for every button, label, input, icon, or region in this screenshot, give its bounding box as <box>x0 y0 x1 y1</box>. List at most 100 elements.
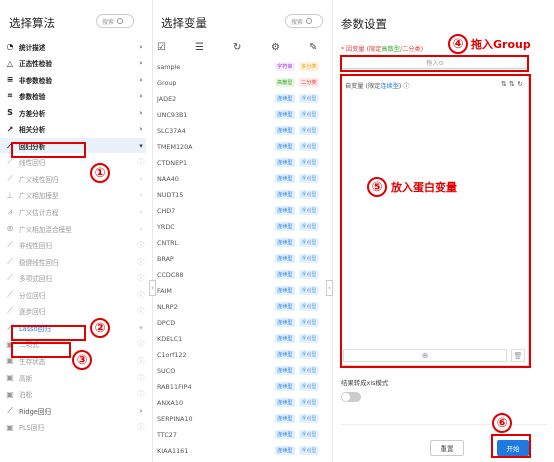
poisson-icon: ▣ <box>6 389 14 399</box>
algorithm-item-label: 相关分析 <box>19 126 46 135</box>
reset-button[interactable]: 重置 <box>430 440 464 456</box>
variable-row[interactable]: SUCO 连续型 浮点型 <box>153 363 331 379</box>
filter-icon[interactable]: ☰ <box>195 42 204 53</box>
algorithm-item[interactable]: ⟋ 稳健线性回归 ⓘ <box>0 254 146 269</box>
variable-row[interactable]: KDELC1 连续型 浮点型 <box>153 331 331 347</box>
variable-subtype-badge: 浮点型 <box>299 350 319 360</box>
variable-row[interactable]: TTC27 连续型 浮点型 <box>153 427 331 443</box>
variable-row[interactable]: DPCD 连续型 浮点型 <box>153 315 331 331</box>
algorithm-panel-title: 选择算法 <box>9 16 55 30</box>
variable-row[interactable]: NAA40 连续型 浮点型 <box>153 171 331 187</box>
collapse-variable-panel-button[interactable]: ‹ <box>326 280 333 296</box>
variable-subtype-badge: 浮点型 <box>299 222 319 232</box>
algorithm-item[interactable]: ⟋ 多项式回归 ⓘ <box>0 271 146 286</box>
variable-type-badge: 连续型 <box>275 382 295 392</box>
edit-icon[interactable]: ✎ <box>309 42 317 53</box>
variable-name: DPCD <box>157 318 176 327</box>
excel-mode-toggle[interactable] <box>341 392 361 402</box>
algorithm-item[interactable]: ⟋ Ridge回归 › <box>0 403 146 418</box>
variable-row[interactable]: FAIM 连续型 浮点型 <box>153 283 331 299</box>
chevron-right-icon: › <box>139 42 143 51</box>
variable-subtype-badge: 浮点型 <box>299 270 319 280</box>
settings-icon[interactable]: ⚙ <box>271 42 280 53</box>
select-all-icon[interactable]: ☑ <box>157 42 166 53</box>
algorithm-item-label: 广义线性回归 <box>19 175 59 184</box>
variable-row[interactable]: BRAP 连续型 浮点型 <box>153 251 331 267</box>
algorithm-panel: 选择算法 搜索 ◔ 统计描述 › △ 正态性检验 › ≡ 非参数检验 › ⌗ 参数检验 › S 方差分析 ›… <box>0 0 153 462</box>
variable-row[interactable]: CNTRL 连续型 浮点型 <box>153 235 331 251</box>
algorithm-item[interactable]: ⟋ 分位回归 ⓘ <box>0 287 146 302</box>
algorithm-item[interactable]: ▣ 高斯 ⓘ <box>0 370 146 385</box>
variable-row[interactable]: SERPINA10 连续型 浮点型 <box>153 411 331 427</box>
algorithm-item[interactable]: ⟋ 逐步回归 ⓘ <box>0 304 146 319</box>
algorithm-item[interactable]: ≡ 非参数检验 › <box>0 72 146 87</box>
algorithm-item[interactable]: ↗ 相关分析 › <box>0 122 146 137</box>
algorithm-item[interactable]: △ 正态性检验 › <box>0 56 146 71</box>
variable-name: JADE2 <box>157 94 177 103</box>
algorithm-item[interactable]: ⟋ 广义线性回归 › <box>0 171 146 186</box>
info-icon: ⓘ <box>137 158 145 167</box>
variable-type-badge: 连续型 <box>275 126 295 136</box>
chevron-right-icon: › <box>139 59 143 68</box>
variable-row[interactable]: RAB11FIP4 连续型 浮点型 <box>153 379 331 395</box>
variable-row[interactable]: UNC93B1 连续型 浮点型 <box>153 107 331 123</box>
algorithm-item[interactable]: ⟋ 非线性回归 ⓘ <box>0 238 146 253</box>
variable-name: CTDNEP1 <box>157 158 188 167</box>
variable-subtype-badge: 浮点型 <box>299 254 319 264</box>
variable-type-badge: 连续型 <box>275 414 295 424</box>
algorithm-item[interactable]: ⊚ 广义相加混合模型 › <box>0 221 146 236</box>
variable-name: YRDC <box>157 222 175 231</box>
variable-name: ANXA10 <box>157 398 184 407</box>
algorithm-search-input[interactable]: 搜索 <box>96 14 134 28</box>
algorithm-item-label: 泊松 <box>19 391 33 400</box>
variable-subtype-badge: 浮点型 <box>299 318 319 328</box>
lines-icon: ≡ <box>6 75 14 85</box>
variable-row[interactable]: C1orf122 连续型 浮点型 <box>153 347 331 363</box>
variable-row[interactable]: KIAA1161 连续型 浮点型 <box>153 443 331 459</box>
variable-row[interactable]: NUDT15 连续型 浮点型 <box>153 187 331 203</box>
info-icon: ⓘ <box>137 356 145 365</box>
variable-row[interactable]: NLRP2 连续型 浮点型 <box>153 299 331 315</box>
variable-row[interactable]: sample 字符串 多分类 <box>153 59 331 75</box>
annotation-box-dependent <box>340 55 529 72</box>
variable-row[interactable]: CCDC88 连续型 浮点型 <box>153 267 331 283</box>
variable-type-badge: 连续型 <box>275 446 295 456</box>
annotation-box-binary <box>11 342 71 358</box>
variable-row[interactable]: JADE2 连续型 浮点型 <box>153 91 331 107</box>
algorithm-item[interactable]: ⩘ 广义估计方程 › <box>0 205 146 220</box>
variable-type-badge: 连续型 <box>275 286 295 296</box>
collapse-algorithm-panel-button[interactable]: ‹ <box>149 280 156 296</box>
algorithm-item[interactable]: ◔ 统计描述 › <box>0 39 146 54</box>
variable-row[interactable]: ANXA10 连续型 浮点型 <box>153 395 331 411</box>
variable-type-badge: 连续型 <box>275 270 295 280</box>
variable-row[interactable]: YRDC 连续型 浮点型 <box>153 219 331 235</box>
variable-name: NLRP2 <box>157 302 178 311</box>
variance-icon: S <box>7 108 13 118</box>
info-icon: ⓘ <box>137 290 145 299</box>
variable-row[interactable]: CHD7 连续型 浮点型 <box>153 203 331 219</box>
annotation-box-independent <box>340 74 531 368</box>
variable-row[interactable]: SLC37A4 连续型 浮点型 <box>153 123 331 139</box>
algorithm-item[interactable]: ▣ PLS回归 ⓘ <box>0 420 146 435</box>
variable-name: NUDT15 <box>157 190 184 199</box>
variable-subtype-badge: 浮点型 <box>299 286 319 296</box>
algorithm-item-label: 统计描述 <box>19 43 46 52</box>
variable-name: BRAP <box>157 254 174 263</box>
variable-type-badge: 连续型 <box>275 158 295 168</box>
variable-row[interactable]: CTDNEP1 连续型 浮点型 <box>153 155 331 171</box>
algorithm-item[interactable]: ⊥ 广义相加模型 › <box>0 188 146 203</box>
annotation-marker-6: ⑥ <box>492 413 512 433</box>
chevron-right-icon: › <box>139 108 143 117</box>
variable-row[interactable]: TMEM120A 连续型 浮点型 <box>153 139 331 155</box>
algorithm-item[interactable]: ▣ 泊松 ⓘ <box>0 387 146 402</box>
algorithm-item[interactable]: S 方差分析 › <box>0 105 146 120</box>
variable-name: TMEM120A <box>157 142 193 151</box>
refresh-icon[interactable]: ↻ <box>233 42 241 53</box>
variable-search-input[interactable]: 搜索 <box>285 14 323 28</box>
variable-row[interactable]: Group 高散型 二分类 <box>153 75 331 91</box>
variable-type-badge: 高散型 <box>275 78 295 88</box>
info-icon: ⓘ <box>137 423 145 432</box>
algorithm-item[interactable]: ⌗ 参数检验 › <box>0 89 146 104</box>
algorithm-item-label: 广义相加模型 <box>19 192 59 201</box>
variable-type-badge: 连续型 <box>275 398 295 408</box>
